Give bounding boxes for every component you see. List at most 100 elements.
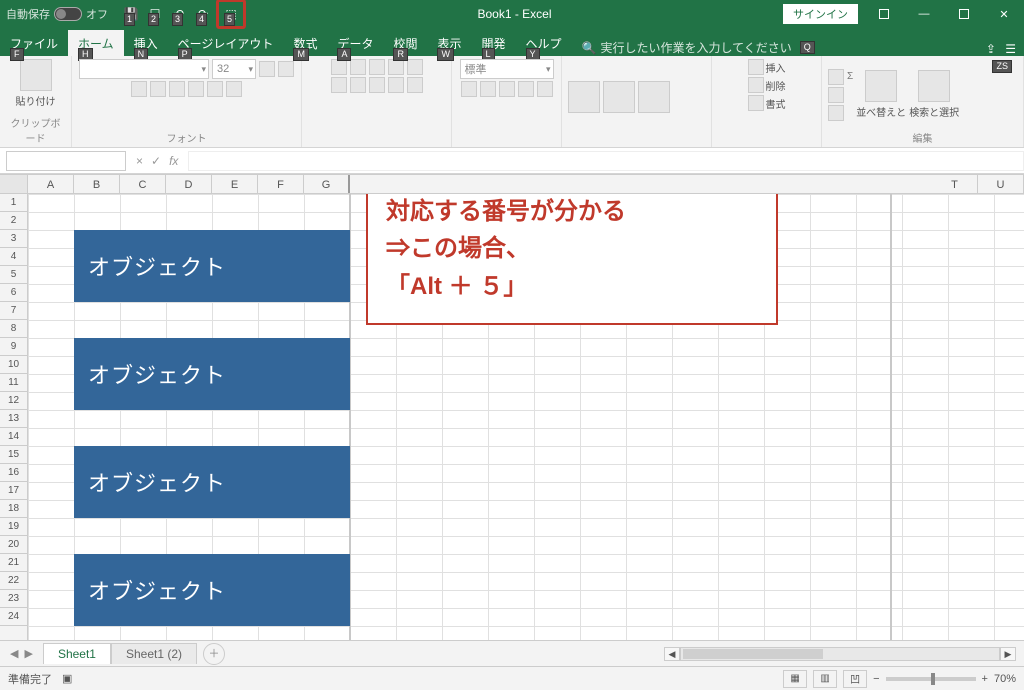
zoom-level[interactable]: 70% xyxy=(994,673,1016,685)
format-as-table-button[interactable] xyxy=(603,81,635,113)
col-header[interactable]: U xyxy=(978,175,1024,193)
sheet-nav-first-icon[interactable]: ◀ xyxy=(10,647,18,660)
row-header[interactable]: 24 xyxy=(0,608,27,626)
signin-button[interactable]: サインイン xyxy=(783,4,858,24)
formula-input[interactable] xyxy=(188,151,1024,171)
enter-formula-icon[interactable]: ✓ xyxy=(151,154,161,168)
shrink-font-button[interactable] xyxy=(278,61,294,77)
cancel-formula-icon[interactable]: × xyxy=(136,154,143,168)
tab-data[interactable]: データA xyxy=(327,30,383,56)
percent-button[interactable] xyxy=(480,81,496,97)
tab-help[interactable]: ヘルプY xyxy=(516,30,572,56)
font-color-button[interactable] xyxy=(226,81,242,97)
shape-object[interactable]: オブジェクト xyxy=(74,338,350,410)
currency-button[interactable] xyxy=(461,81,477,97)
view-normal-button[interactable]: ▦ xyxy=(783,670,807,688)
row-header[interactable]: 23 xyxy=(0,590,27,608)
select-all-corner[interactable] xyxy=(0,175,28,193)
view-page-layout-button[interactable]: ▥ xyxy=(813,670,837,688)
tab-developer[interactable]: 開発L xyxy=(472,30,516,56)
paste-button[interactable] xyxy=(20,59,52,91)
qat-redo[interactable]: ↷ 4 xyxy=(192,3,214,25)
ribbon-options-button[interactable] xyxy=(864,0,904,28)
row-header[interactable]: 5 xyxy=(0,266,27,284)
row-header[interactable]: 20 xyxy=(0,536,27,554)
align-top-button[interactable] xyxy=(331,59,347,75)
tab-formulas[interactable]: 数式M xyxy=(283,30,327,56)
row-header[interactable]: 11 xyxy=(0,374,27,392)
align-right-button[interactable] xyxy=(369,77,385,93)
tab-insert[interactable]: 挿入N xyxy=(124,30,168,56)
qat-preview[interactable]: ☐ 2 xyxy=(144,3,166,25)
font-family-combo[interactable] xyxy=(79,59,209,79)
align-middle-button[interactable] xyxy=(350,59,366,75)
tab-page-layout[interactable]: ページレイアウトP xyxy=(168,30,284,56)
row-header[interactable]: 1 xyxy=(0,194,27,212)
view-page-break-button[interactable]: 凹 xyxy=(843,670,867,688)
grow-font-button[interactable] xyxy=(259,61,275,77)
col-header[interactable]: F xyxy=(258,175,304,193)
dec-decimal-button[interactable] xyxy=(537,81,553,97)
autosum-button[interactable] xyxy=(828,69,844,85)
row-header[interactable]: 6 xyxy=(0,284,27,302)
underline-button[interactable] xyxy=(169,81,185,97)
sort-filter-button[interactable] xyxy=(865,70,897,102)
row-header[interactable]: 9 xyxy=(0,338,27,356)
col-header[interactable]: E xyxy=(212,175,258,193)
new-sheet-button[interactable]: ＋ xyxy=(203,643,225,665)
zoom-slider[interactable] xyxy=(886,677,976,681)
row-header[interactable]: 22 xyxy=(0,572,27,590)
row-header[interactable]: 14 xyxy=(0,428,27,446)
col-header[interactable]: B xyxy=(74,175,120,193)
fill-button[interactable] xyxy=(828,87,844,103)
fx-icon[interactable]: fx xyxy=(169,154,178,168)
share-button[interactable]: ⇪ ☰ ZS xyxy=(986,42,1016,56)
clear-button[interactable] xyxy=(828,105,844,121)
shape-object[interactable]: オブジェクト xyxy=(74,230,350,302)
qat-undo[interactable]: ↶ 3 xyxy=(168,3,190,25)
scroll-right-button[interactable]: ▶ xyxy=(1000,647,1016,661)
sheet-tab-active[interactable]: Sheet1 xyxy=(43,643,111,664)
row-header[interactable]: 12 xyxy=(0,392,27,410)
row-header[interactable]: 15 xyxy=(0,446,27,464)
minimize-button[interactable]: — xyxy=(904,0,944,28)
align-bottom-button[interactable] xyxy=(369,59,385,75)
qat-save[interactable]: 💾 1 xyxy=(120,3,142,25)
row-header[interactable]: 19 xyxy=(0,518,27,536)
col-header[interactable]: G xyxy=(304,175,350,193)
close-button[interactable]: ✕ xyxy=(984,0,1024,28)
row-header[interactable]: 8 xyxy=(0,320,27,338)
border-button[interactable] xyxy=(188,81,204,97)
col-header[interactable]: T xyxy=(932,175,978,193)
zoom-out-button[interactable]: − xyxy=(873,673,879,685)
fill-color-button[interactable] xyxy=(207,81,223,97)
horizontal-scrollbar[interactable] xyxy=(680,647,1000,661)
orientation-button[interactable] xyxy=(388,59,404,75)
merge-button[interactable] xyxy=(407,77,423,93)
wrap-text-button[interactable] xyxy=(407,59,423,75)
cell-grid[interactable]: オブジェクト オブジェクト オブジェクト オブジェクト Alt キーのみで、 対… xyxy=(28,194,1024,640)
scrollbar-thumb[interactable] xyxy=(683,649,823,659)
delete-cells-button[interactable]: 削除 xyxy=(748,77,786,93)
row-header[interactable]: 16 xyxy=(0,464,27,482)
shape-object[interactable]: オブジェクト xyxy=(74,446,350,518)
find-select-button[interactable] xyxy=(918,70,950,102)
insert-cells-button[interactable]: 挿入 xyxy=(748,59,786,75)
tab-file[interactable]: ファイルF xyxy=(0,30,68,56)
row-header[interactable]: 2 xyxy=(0,212,27,230)
align-left-button[interactable] xyxy=(331,77,347,93)
scroll-left-button[interactable]: ◀ xyxy=(664,647,680,661)
number-format-combo[interactable]: 標準 xyxy=(460,59,554,79)
qat-select-objects-highlighted[interactable]: ⬚ 5 xyxy=(216,0,246,29)
row-header[interactable]: 17 xyxy=(0,482,27,500)
italic-button[interactable] xyxy=(150,81,166,97)
cell-styles-button[interactable] xyxy=(638,81,670,113)
tab-view[interactable]: 表示W xyxy=(427,30,471,56)
tab-home[interactable]: ホームH xyxy=(68,30,124,56)
tab-review[interactable]: 校閲R xyxy=(383,30,427,56)
align-center-button[interactable] xyxy=(350,77,366,93)
conditional-formatting-button[interactable] xyxy=(568,81,600,113)
macro-record-icon[interactable]: ▣ xyxy=(62,672,72,685)
inc-decimal-button[interactable] xyxy=(518,81,534,97)
format-cells-button[interactable]: 書式 xyxy=(748,95,786,111)
